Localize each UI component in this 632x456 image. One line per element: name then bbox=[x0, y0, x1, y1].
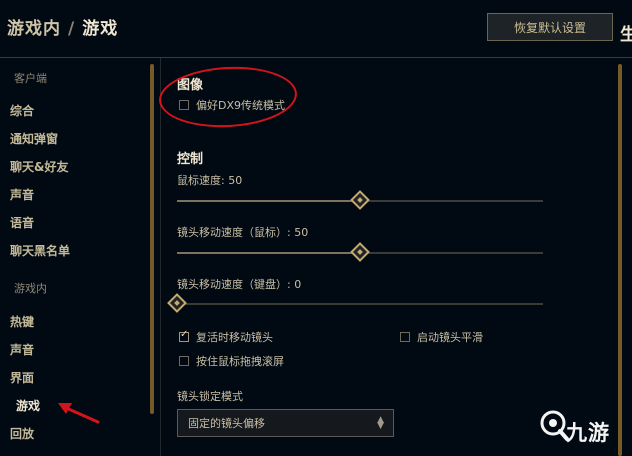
breadcrumb: 游戏内 / 游戏 bbox=[7, 14, 118, 39]
reset-defaults-button[interactable]: 恢复默认设置 bbox=[487, 13, 613, 41]
smooth-camera-label[interactable]: 启动镜头平滑 bbox=[417, 329, 483, 345]
header: 游戏内 / 游戏 恢复默认设置 生 bbox=[0, 0, 632, 56]
sidebar-item-replay[interactable]: 回放 bbox=[10, 425, 34, 442]
camera-speed-mouse-label: 镜头移动速度（鼠标）: 50 bbox=[177, 226, 309, 239]
sidebar-item-hotkeys[interactable]: 热键 bbox=[10, 313, 34, 330]
sidebar-item-ingame-sound[interactable]: 声音 bbox=[10, 341, 34, 358]
drag-scroll-label[interactable]: 按住鼠标拖拽滚屏 bbox=[196, 353, 284, 369]
camera-lock-label: 镜头锁定模式 bbox=[177, 390, 243, 403]
sidebar-item-general[interactable]: 综合 bbox=[10, 102, 34, 119]
sidebar-item-notifications[interactable]: 通知弹窗 bbox=[10, 130, 58, 147]
sidebar-scrollbar[interactable] bbox=[150, 64, 154, 414]
sidebar-item-chat-friends[interactable]: 聊天&好友 bbox=[10, 158, 68, 175]
mouse-speed-fill bbox=[177, 200, 360, 202]
sidebar-item-client-sound[interactable]: 声音 bbox=[10, 186, 34, 203]
sidebar-section-ingame: 游戏内 bbox=[14, 282, 47, 295]
move-camera-on-revive-label[interactable]: 复活时移动镜头 bbox=[196, 329, 273, 345]
watermark-text: 九游 bbox=[566, 421, 610, 445]
move-camera-on-revive-checkbox[interactable] bbox=[179, 329, 189, 342]
camera-speed-keyboard-handle[interactable] bbox=[167, 293, 187, 313]
breadcrumb-separator: / bbox=[68, 19, 76, 39]
dropdown-arrows-icon: ▲ ▼ bbox=[377, 415, 384, 431]
sidebar-item-game[interactable]: 游戏 bbox=[16, 397, 40, 414]
sidebar: 客户端 综合 通知弹窗 聊天&好友 声音 语音 聊天黑名单 游戏内 热键 声音 … bbox=[0, 58, 153, 456]
sidebar-item-voice[interactable]: 语音 bbox=[10, 214, 34, 231]
camera-speed-mouse-fill bbox=[177, 252, 360, 254]
breadcrumb-parent[interactable]: 游戏内 bbox=[7, 19, 61, 39]
camera-speed-keyboard-slider[interactable] bbox=[167, 293, 543, 313]
camera-speed-mouse-slider[interactable] bbox=[177, 242, 543, 262]
red-arrow-icon bbox=[58, 403, 100, 424]
mouse-speed-handle[interactable] bbox=[350, 190, 370, 210]
sidebar-item-interface[interactable]: 界面 bbox=[10, 369, 34, 386]
sidebar-section-client: 客户端 bbox=[14, 72, 47, 85]
camera-speed-mouse-handle[interactable] bbox=[350, 242, 370, 262]
page-title: 游戏 bbox=[82, 19, 119, 39]
smooth-camera-checkbox[interactable] bbox=[400, 332, 410, 342]
camera-lock-dropdown[interactable]: 固定的镜头偏移 ▲ ▼ bbox=[177, 409, 394, 437]
sidebar-item-chat-blocklist[interactable]: 聊天黑名单 bbox=[10, 242, 70, 259]
mouse-speed-slider[interactable] bbox=[177, 190, 543, 210]
mouse-speed-label: 鼠标速度: 50 bbox=[177, 174, 243, 187]
content-scrollbar[interactable] bbox=[618, 64, 622, 456]
sidebar-divider bbox=[160, 58, 161, 456]
drag-scroll-checkbox[interactable] bbox=[179, 356, 189, 366]
camera-speed-keyboard-label: 镜头移动速度（键盘）: 0 bbox=[177, 278, 302, 291]
cropped-header-text: 生 bbox=[620, 25, 632, 45]
camera-lock-value: 固定的镜头偏移 bbox=[188, 417, 265, 430]
controls-section-title: 控制 bbox=[177, 152, 204, 167]
